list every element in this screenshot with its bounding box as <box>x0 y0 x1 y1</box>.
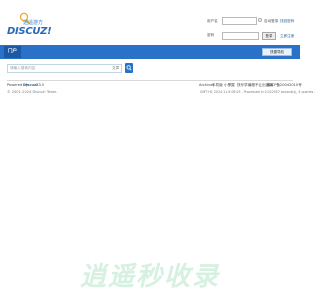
password-input[interactable] <box>222 32 259 40</box>
remember-label: 自动登录 <box>264 19 279 23</box>
username-label: 用户名 <box>207 19 218 23</box>
site-logo[interactable]: 逍遥游方 DISCUZ! <box>6 12 52 37</box>
version-text: X3.5 <box>36 83 45 87</box>
copyright-text: © 2001-2024 Discuz! Team. <box>7 90 58 94</box>
password-label: 密码 <box>207 33 215 37</box>
login-button[interactable]: 登录 <box>262 32 276 40</box>
logo-text: DISCUZ! <box>7 26 52 37</box>
nav-tab-portal[interactable]: 门户 <box>4 46 21 58</box>
logo-subtitle: 逍遥游方 <box>23 20 44 26</box>
register-link[interactable]: 立即注册 <box>280 34 294 39</box>
footer-link-mobile[interactable]: 手机版 <box>212 83 223 88</box>
watermark-text: 逍遥秒收录 <box>79 262 220 292</box>
footer-divider <box>7 80 293 81</box>
remember-checkbox[interactable] <box>258 18 262 22</box>
quick-nav-button[interactable]: 快捷导航 <box>262 48 292 56</box>
search-type-select[interactable]: 文章 <box>112 66 119 71</box>
forgot-password-link[interactable]: 找回密码 <box>280 19 294 24</box>
search-button[interactable] <box>125 63 133 73</box>
search-icon <box>126 65 132 71</box>
footer-stats: GMT+8, 2024-11-6 08:25 , Processed in 0.… <box>200 90 316 94</box>
search-placeholder: 请输入搜索内容 <box>10 66 36 70</box>
username-input[interactable] <box>222 17 257 25</box>
footer-link-blackroom[interactable]: 小黑屋 <box>224 83 235 88</box>
footer-link-icp[interactable]: 赣ICP备20042010号 <box>267 83 302 88</box>
main-nav-bar <box>0 45 300 59</box>
